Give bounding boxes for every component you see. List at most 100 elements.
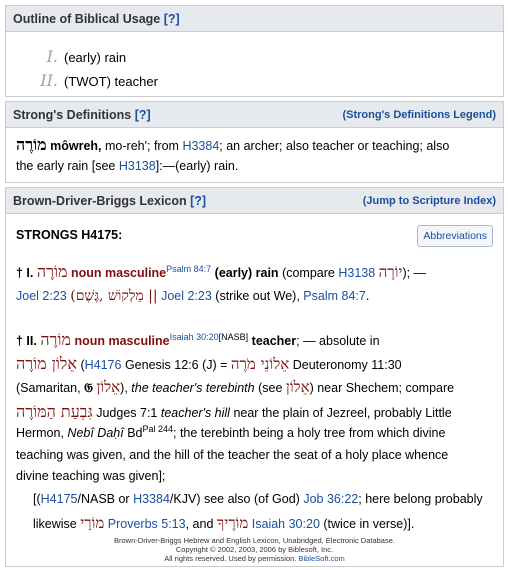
bdb-entry-1-line-2: Joel 2:23 (מַלְקוֹשׁ ,גֶּשֶׁם || Joel 2:…: [16, 288, 369, 305]
entry-2-version-sup: [NASB]: [218, 331, 249, 342]
footer-rights: All rights reserved. Used by permission.: [164, 554, 297, 563]
entry-2-gloss: teacher: [251, 334, 297, 348]
strongs-from: from: [153, 139, 179, 153]
outline-item-text: (early) rain: [64, 50, 127, 65]
entry-1-dagger: † I.: [16, 266, 34, 280]
outline-item: II. (TWOT) teacher: [36, 71, 158, 90]
entry-2-rest: ; — absolute in: [296, 334, 380, 348]
outline-title-text: Outline of Biblical Usage: [13, 11, 161, 26]
entry-1-hebrew: מוֹרֶה: [36, 262, 68, 281]
note-ref-isaiah[interactable]: Isaiah 30:20: [252, 517, 320, 531]
strongs-translit: môwreh,: [50, 139, 102, 153]
scripture-index-link[interactable]: (Jump to Scripture Index): [363, 195, 496, 207]
bdb-entry-2-line-6: teaching was given, and the hill of the …: [16, 448, 449, 462]
strongs-def-3: ]:—(early) rain.: [155, 159, 239, 173]
strongs-legend-link[interactable]: (Strong's Definitions Legend): [342, 109, 496, 121]
abbreviations-button[interactable]: Abbreviations: [417, 225, 493, 247]
bdb-help-link[interactable]: [?]: [190, 194, 206, 208]
note-belong: ; here belong probably: [358, 492, 483, 506]
entry-2-pal-sup: Pal 244: [142, 423, 174, 434]
bdb-entry-2-line-2: אֵלוֹן מוֹרֶה (H4176 Genesis 12:6 (J) = …: [16, 354, 402, 373]
strongs-pron: mo-reh';: [105, 139, 151, 153]
entry-1-hebrew-3: (מַלְקוֹשׁ ,גֶּשֶׁם ||: [70, 288, 158, 304]
strongs-ref-h3384[interactable]: H3384: [182, 139, 219, 153]
entry-2-pos: noun masculine: [74, 334, 170, 348]
biblesoft-link[interactable]: BibleSoft.com: [298, 554, 344, 563]
note-ref-h3384[interactable]: H3384: [133, 492, 170, 506]
bdb-entry-2-line-3: (Samaritan, 𝔊 אֵלוֹן), the teacher's ter…: [16, 378, 454, 397]
outline-header: Outline of Biblical Usage [?]: [6, 6, 503, 32]
outline-panel: Outline of Biblical Usage [?] I. (early) …: [5, 5, 504, 97]
entry-1-end-2: .: [365, 289, 370, 303]
note-bracket: [(: [33, 492, 41, 506]
strongs-help-link[interactable]: [?]: [135, 108, 151, 122]
entry-2-italic-3: Nebî Daḥî: [67, 426, 124, 440]
entry-2-hermon: Hermon,: [16, 426, 64, 440]
outline-help-link[interactable]: [?]: [164, 12, 180, 26]
note-ref-h4175[interactable]: H4175: [41, 492, 78, 506]
outline-item-text: (TWOT) teacher: [64, 74, 158, 89]
entry-2-hebrew-4: אֵלוֹן: [96, 378, 121, 396]
entry-2-see: (see: [258, 381, 283, 395]
outline-title: Outline of Biblical Usage [?]: [13, 12, 180, 26]
entry-2-jezreel: near the plain of Jezreel, probably Litt…: [233, 406, 452, 420]
strongs-hebrew-word: מוֹרֶה: [16, 135, 47, 154]
strongs-ref-h3138[interactable]: H3138: [119, 159, 156, 173]
footer-line-1: Brown-Driver-Briggs Hebrew and English L…: [114, 536, 395, 545]
septuagint-symbol: 𝔊: [84, 380, 93, 395]
bdb-entry-1-line-1: † I. מוֹרֶה noun masculinePsalm 84:7 (ea…: [16, 262, 426, 282]
entry-2-bd: Bd: [127, 426, 143, 440]
entry-2-dagger: † II.: [16, 334, 37, 348]
entry-2-hebrew-3: אֵלוֹנֵי מֹרֶה: [230, 355, 290, 373]
outline-item-number: I.: [46, 47, 58, 66]
entry-2-hebrew-6: גִּבְעַת הַמּוֹרֶה: [16, 402, 93, 421]
outline-item-number: II.: [40, 71, 58, 90]
entry-2-terebinth: ; the terebinth being a holy tree from w…: [173, 426, 446, 440]
bdb-entry-2-line-7: divine teaching was given];: [16, 469, 166, 483]
note-hebrew-2: מוֹרֶיךָ: [216, 514, 249, 532]
bdb-note-line-1: [(H4175/NASB or H3384/KJV) see also (of …: [33, 492, 483, 506]
outline-item: I. (early) rain: [36, 47, 127, 66]
entry-2-samaritan: (Samaritan,: [16, 381, 81, 395]
bdb-note-line-2: likewise מוֹרָי Proverbs 5:13, and מוֹרֶ…: [33, 514, 414, 533]
entry-2-genesis: Genesis 12:6 (J) =: [124, 358, 228, 372]
footer-line-3: All rights reserved. Used by permission.…: [6, 554, 503, 563]
entry-2-italic-1: the teacher's terebinth: [131, 381, 255, 395]
bdb-entry-2-line-1: † II. מוֹרֶה noun masculineIsaiah 30:20[…: [16, 330, 380, 350]
entry-1-ref-joel[interactable]: Joel 2:23: [16, 289, 67, 303]
entry-2-deut: Deuteronomy 11:30: [292, 358, 402, 372]
entry-1-ref-sup[interactable]: Psalm 84:7: [166, 264, 211, 274]
footer-line-2: Copyright © 2002, 2003, 2006 by Biblesof…: [175, 545, 334, 554]
entry-1-ref-psalm[interactable]: Psalm 84:7: [303, 289, 366, 303]
entry-1-ref-h3138[interactable]: H3138: [338, 266, 375, 280]
bdb-entry-2-line-5: Hermon, Nebî Daḥî BdPal 244; the terebin…: [16, 423, 446, 440]
entry-2-ref-sup[interactable]: Isaiah 30:20: [170, 332, 219, 342]
note-twice: (twice in verse)].: [323, 517, 415, 531]
bdb-header: Brown-Driver-Briggs Lexicon [?] (Jump to…: [6, 188, 503, 214]
note-and: , and: [185, 517, 214, 531]
entry-2-hebrew-5: אֵלוֹן: [285, 378, 310, 396]
entry-2-hebrew: מוֹרֶה: [40, 330, 71, 349]
note-ref-proverbs[interactable]: Proverbs 5:13: [108, 517, 186, 531]
strongs-header: Strong's Definitions [?] (Strong's Defin…: [6, 102, 503, 128]
note-nasb: /NASB or: [77, 492, 130, 506]
bdb-title: Brown-Driver-Briggs Lexicon [?]: [13, 194, 206, 208]
note-ref-job[interactable]: Job 36:22: [303, 492, 358, 506]
bdb-panel: Brown-Driver-Briggs Lexicon [?] (Jump to…: [5, 187, 504, 567]
entry-1-pos: noun masculine: [70, 266, 167, 280]
entry-1-ref-joel-2[interactable]: Joel 2:23: [161, 289, 212, 303]
entry-1-compare: (compare: [282, 266, 335, 280]
bdb-title-text: Brown-Driver-Briggs Lexicon: [13, 193, 187, 208]
strongs-title-text: Strong's Definitions: [13, 107, 132, 122]
strongs-panel: Strong's Definitions [?] (Strong's Defin…: [5, 101, 504, 183]
strongs-line-2: the early rain [see H3138]:—(early) rain…: [16, 159, 238, 173]
strongs-def-2: the early rain [see: [16, 159, 116, 173]
entry-2-ref-h4176[interactable]: H4176: [85, 358, 122, 372]
entry-1-end: ); —: [402, 266, 427, 280]
entry-2-hebrew-2: אֵלוֹן מוֹרֶה: [16, 354, 77, 373]
bdb-entry-2-line-4: גִּבְעַת הַמּוֹרֶה Judges 7:1 teacher's …: [16, 402, 452, 422]
note-kjv: /KJV) see also (of God): [169, 492, 300, 506]
entry-2-shechem: ) near Shechem; compare: [309, 381, 455, 395]
strongs-title: Strong's Definitions [?]: [13, 108, 151, 122]
entry-2-judges: Judges 7:1: [96, 406, 158, 420]
